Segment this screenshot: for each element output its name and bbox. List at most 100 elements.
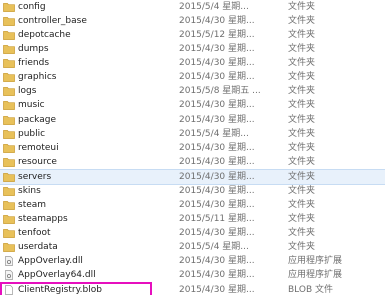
file-type: 文件夹 — [288, 129, 316, 139]
list-item-remoteui[interactable]: remoteui 2015/4/30 星期... 文件夹 — [0, 141, 385, 155]
file-type: 文件夹 — [288, 228, 316, 238]
folder-icon — [3, 172, 15, 182]
file-date: 2015/4/30 星期... — [179, 72, 255, 82]
list-item-steamapps[interactable]: steamapps 2015/5/11 星期... 文件夹 — [0, 212, 385, 226]
file-name: userdata — [18, 242, 58, 252]
folder-icon — [3, 58, 15, 68]
file-name: AppOverlay64.dll — [18, 270, 96, 280]
file-type: BLOB 文件 — [288, 285, 333, 295]
folder-icon — [3, 16, 15, 26]
file-type: 应用程序扩展 — [288, 270, 343, 280]
file-type: 文件夹 — [288, 72, 316, 82]
file-name: package — [18, 115, 56, 125]
file-type: 文件夹 — [288, 200, 316, 210]
list-item-dumps[interactable]: dumps 2015/4/30 星期... 文件夹 — [0, 42, 385, 56]
file-name: depotcache — [18, 30, 71, 40]
file-name: config — [18, 2, 46, 12]
list-item-skins[interactable]: skins 2015/4/30 星期... 文件夹 — [0, 184, 385, 198]
list-item-depotcache[interactable]: depotcache 2015/5/12 星期... 文件夹 — [0, 28, 385, 42]
list-item-logs[interactable]: logs 2015/5/8 星期五 ... 文件夹 — [0, 84, 385, 98]
file-type: 文件夹 — [288, 2, 316, 12]
file-type: 文件夹 — [288, 86, 316, 96]
file-type: 文件夹 — [288, 214, 316, 224]
folder-icon — [3, 72, 15, 82]
list-item-music[interactable]: music 2015/4/30 星期... 文件夹 — [0, 98, 385, 112]
file-name: logs — [18, 86, 37, 96]
file-type: 文件夹 — [288, 115, 316, 125]
file-name: tenfoot — [18, 228, 51, 238]
folder-icon — [3, 100, 15, 110]
file-date: 2015/4/30 星期... — [179, 157, 255, 167]
file-date: 2015/5/4 星期... — [179, 129, 249, 139]
file-type: 文件夹 — [288, 100, 316, 110]
folder-icon — [3, 86, 15, 96]
list-item-resource[interactable]: resource 2015/4/30 星期... 文件夹 — [0, 155, 385, 169]
file-date: 2015/4/30 星期... — [179, 228, 255, 238]
file-type: 文件夹 — [288, 16, 316, 26]
file-name: AppOverlay.dll — [18, 256, 83, 266]
file-name: resource — [18, 157, 57, 167]
list-item-friends[interactable]: friends 2015/4/30 星期... 文件夹 — [0, 56, 385, 70]
folder-icon — [3, 44, 15, 54]
file-date: 2015/4/30 星期... — [179, 100, 255, 110]
file-date: 2015/5/11 星期... — [179, 214, 255, 224]
list-item-servers[interactable]: servers 2015/4/30 星期... 文件夹 — [0, 169, 385, 185]
file-type: 文件夹 — [288, 44, 316, 54]
file-date: 2015/4/30 星期... — [179, 44, 255, 54]
list-item-clientregistry-blob[interactable]: ClientRegistry.blob 2015/4/30 星期... BLOB… — [0, 283, 385, 295]
file-name: servers — [18, 172, 52, 182]
folder-icon — [3, 228, 15, 238]
list-item-appoverlay-dll[interactable]: AppOverlay.dll 2015/4/30 星期... 应用程序扩展 — [0, 254, 385, 268]
file-type: 文件夹 — [288, 242, 316, 252]
file-date: 2015/5/4 星期... — [179, 2, 249, 12]
file-type: 文件夹 — [288, 172, 316, 182]
folder-icon — [3, 129, 15, 139]
folder-icon — [3, 214, 15, 224]
file-list: config 2015/5/4 星期... 文件夹 controller_bas… — [0, 0, 385, 295]
file-type: 文件夹 — [288, 143, 316, 153]
file-name: steam — [18, 200, 47, 210]
list-item-config[interactable]: config 2015/5/4 星期... 文件夹 — [0, 0, 385, 14]
folder-icon — [3, 143, 15, 153]
file-date: 2015/4/30 星期... — [179, 285, 255, 295]
file-date: 2015/4/30 星期... — [179, 143, 255, 153]
list-item-userdata[interactable]: userdata 2015/5/4 星期... 文件夹 — [0, 240, 385, 254]
file-date: 2015/4/30 星期... — [179, 172, 255, 182]
file-name: skins — [18, 186, 41, 196]
list-item-package[interactable]: package 2015/4/30 星期... 文件夹 — [0, 113, 385, 127]
file-name: graphics — [18, 72, 57, 82]
dll-file-icon — [3, 256, 15, 266]
file-name: public — [18, 129, 46, 139]
file-type: 文件夹 — [288, 58, 316, 68]
file-name: music — [18, 100, 45, 110]
list-item-public[interactable]: public 2015/5/4 星期... 文件夹 — [0, 127, 385, 141]
file-type: 文件夹 — [288, 30, 316, 40]
list-item-graphics[interactable]: graphics 2015/4/30 星期... 文件夹 — [0, 70, 385, 84]
file-type: 文件夹 — [288, 186, 316, 196]
folder-icon — [3, 115, 15, 125]
dll-file-icon — [3, 270, 15, 280]
list-item-steam[interactable]: steam 2015/4/30 星期... 文件夹 — [0, 198, 385, 212]
file-date: 2015/4/30 星期... — [179, 256, 255, 266]
folder-icon — [3, 200, 15, 210]
folder-icon — [3, 30, 15, 40]
file-name: ClientRegistry.blob — [18, 285, 102, 295]
file-date: 2015/4/30 星期... — [179, 270, 255, 280]
file-date: 2015/4/30 星期... — [179, 58, 255, 68]
list-item-appoverlay64-dll[interactable]: AppOverlay64.dll 2015/4/30 星期... 应用程序扩展 — [0, 268, 385, 282]
file-date: 2015/4/30 星期... — [179, 186, 255, 196]
file-date: 2015/5/12 星期... — [179, 30, 255, 40]
folder-icon — [3, 157, 15, 167]
file-name: friends — [18, 58, 50, 68]
file-date: 2015/5/4 星期... — [179, 242, 249, 252]
file-date: 2015/5/8 星期五 ... — [179, 86, 261, 96]
file-name: steamapps — [18, 214, 68, 224]
file-date: 2015/4/30 星期... — [179, 200, 255, 210]
list-item-tenfoot[interactable]: tenfoot 2015/4/30 星期... 文件夹 — [0, 226, 385, 240]
file-type: 应用程序扩展 — [288, 256, 343, 266]
file-date: 2015/4/30 星期... — [179, 16, 255, 26]
folder-icon — [3, 2, 15, 12]
folder-icon — [3, 242, 15, 252]
file-name: controller_base — [18, 16, 87, 26]
list-item-controller-base[interactable]: controller_base 2015/4/30 星期... 文件夹 — [0, 14, 385, 28]
